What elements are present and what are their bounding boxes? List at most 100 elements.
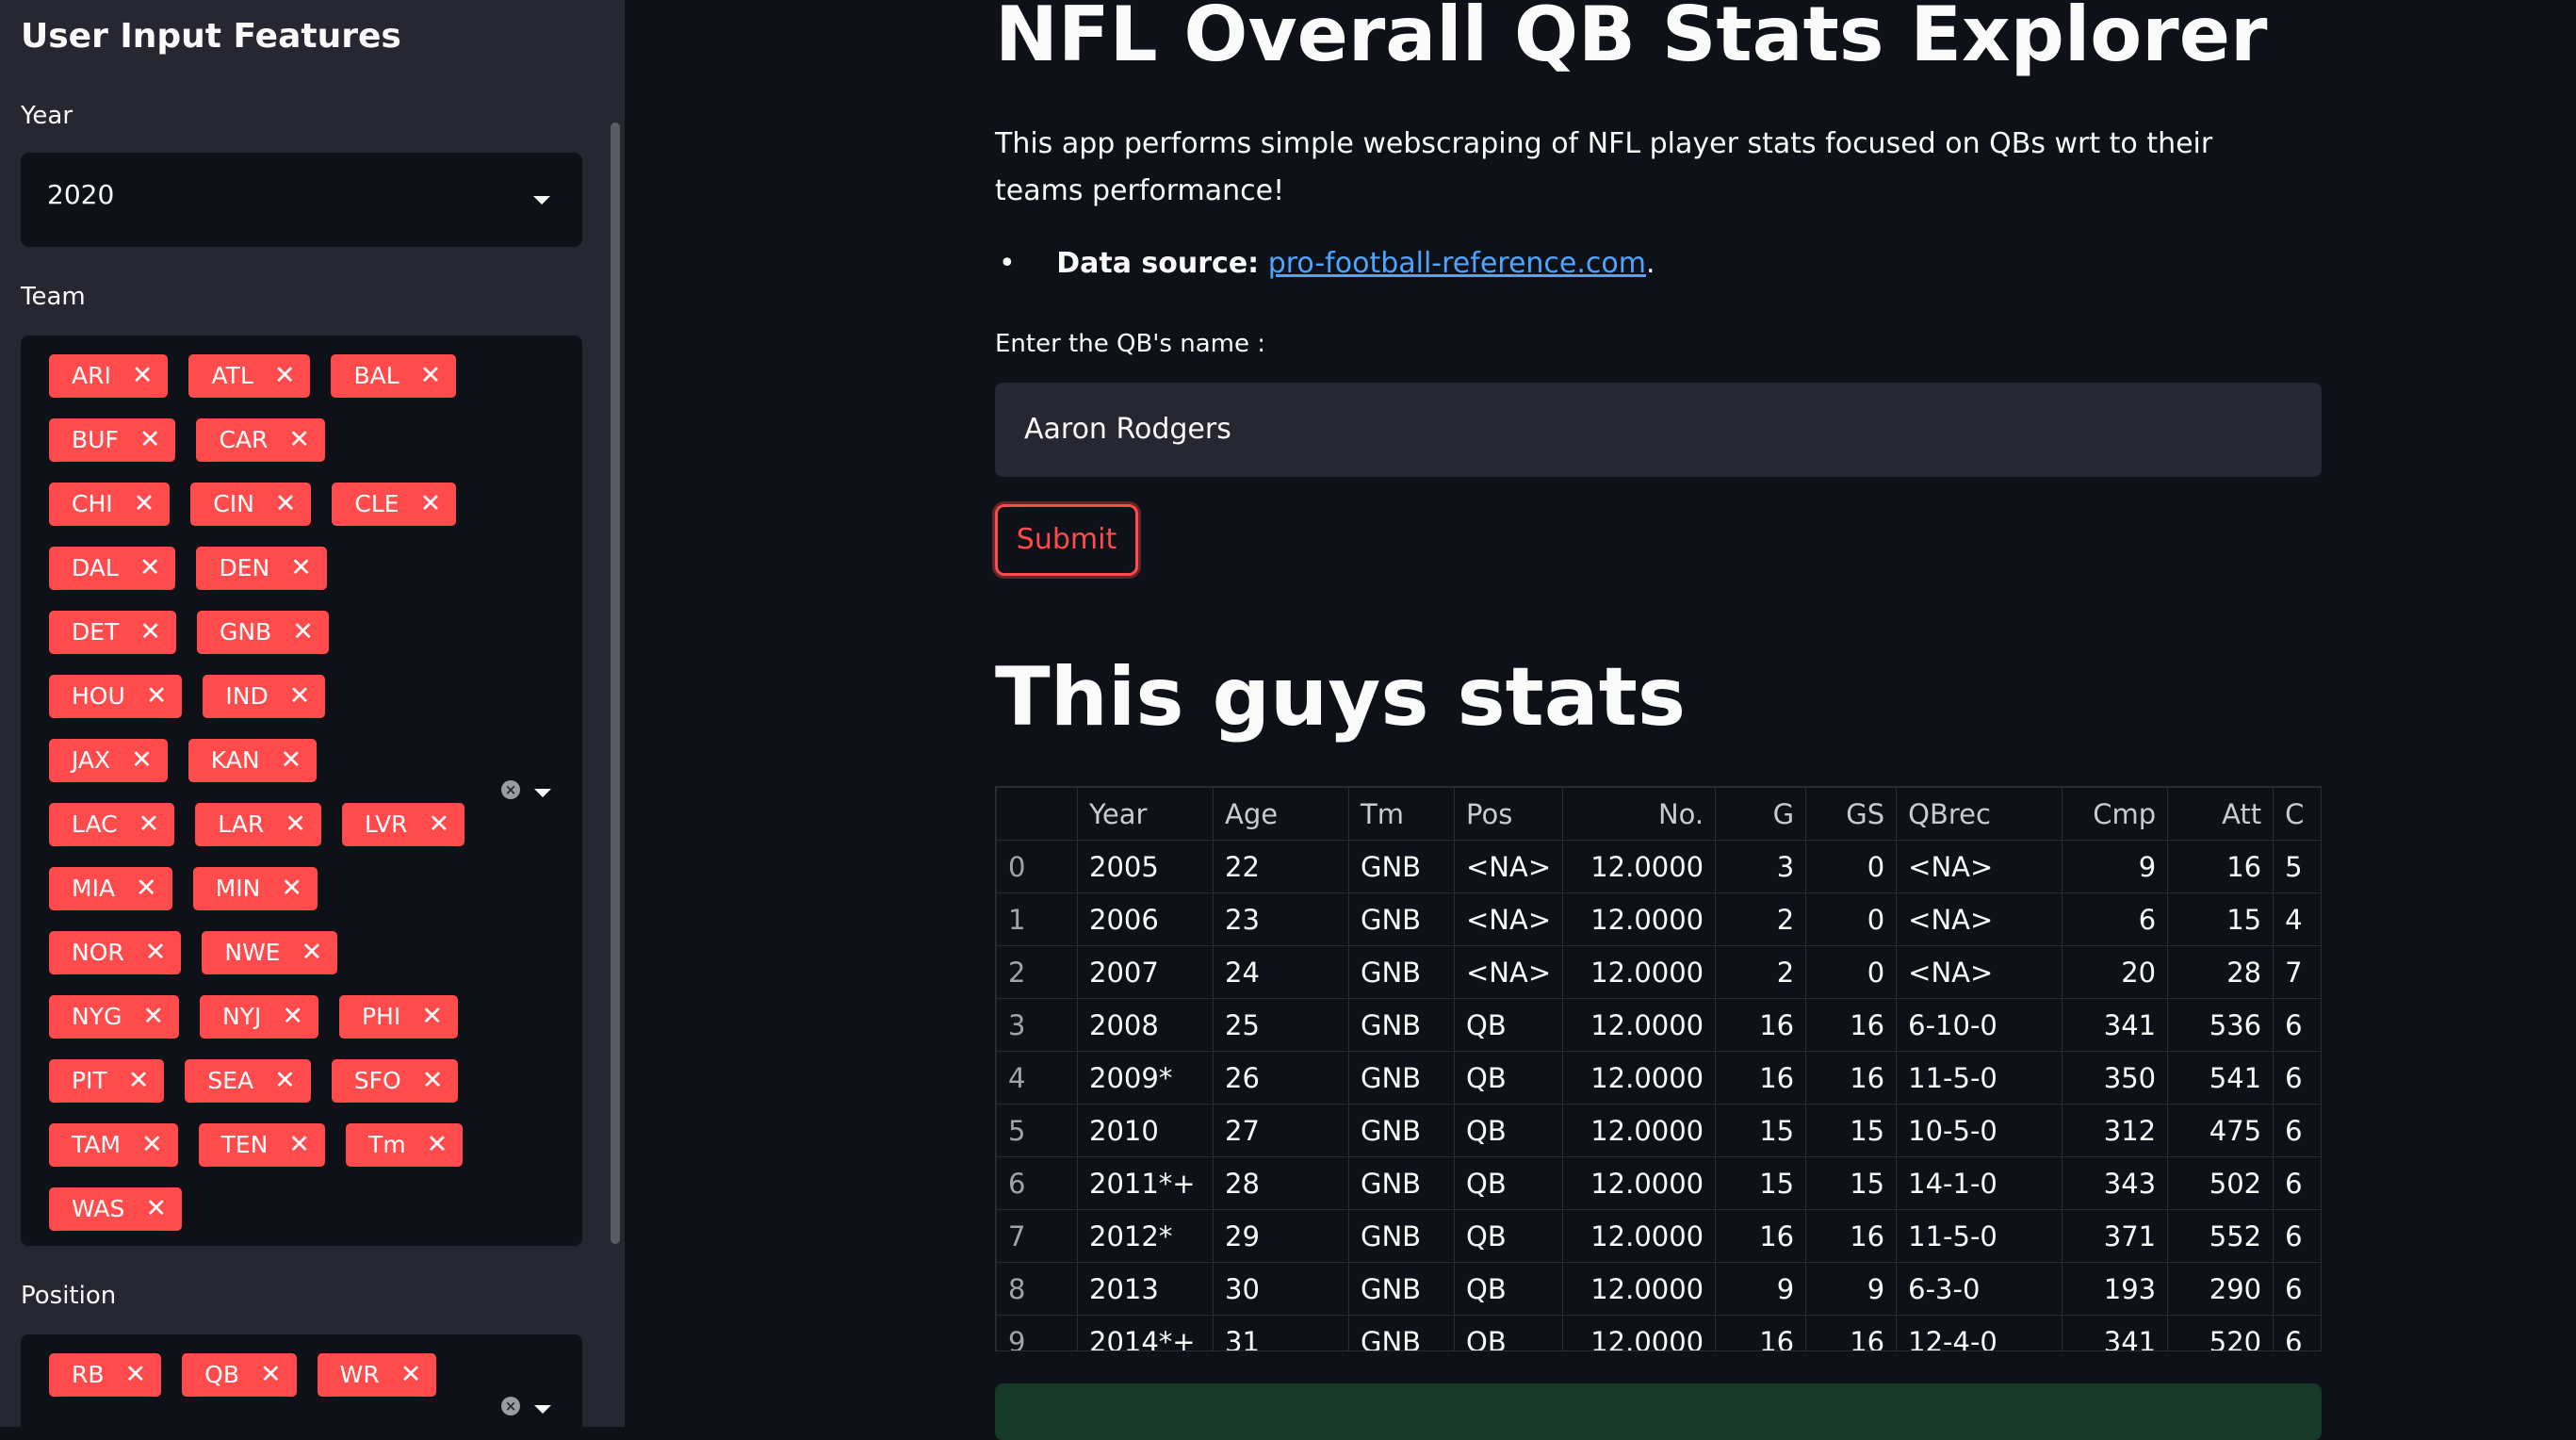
column-header[interactable]: G xyxy=(1715,787,1807,841)
remove-chip-icon[interactable]: ✕ xyxy=(139,553,161,582)
table-cell[interactable]: 20 xyxy=(2062,945,2169,999)
remove-chip-icon[interactable]: ✕ xyxy=(422,1066,444,1095)
table-cell[interactable]: QB xyxy=(1453,1051,1564,1105)
remove-chip-icon[interactable]: ✕ xyxy=(274,1066,296,1095)
row-index[interactable]: 0 xyxy=(996,840,1078,893)
table-cell[interactable]: 12.0000 xyxy=(1562,1262,1717,1316)
selected-chip[interactable]: RB ✕ xyxy=(49,1353,162,1397)
table-cell[interactable]: 2013 xyxy=(1077,1262,1214,1316)
row-index[interactable]: 2 xyxy=(996,945,1078,999)
table-cell[interactable]: 0 xyxy=(1805,892,1898,946)
table-row[interactable]: 3 2008 25 GNB QB 12.0000 16 16 6-10-0 341 536 6 xyxy=(996,998,2321,1052)
clear-all-icon[interactable]: × xyxy=(501,1397,520,1415)
selected-chip[interactable]: DAL ✕ xyxy=(49,547,176,590)
remove-chip-icon[interactable]: ✕ xyxy=(139,810,160,839)
remove-chip-icon[interactable]: ✕ xyxy=(420,489,442,518)
table-cell[interactable]: 6-3-0 xyxy=(1896,1262,2063,1316)
table-row[interactable]: 5 2010 27 GNB QB 12.0000 15 15 10-5-0 312 475 6 xyxy=(996,1104,2321,1157)
remove-chip-icon[interactable]: ✕ xyxy=(400,1360,422,1389)
table-cell[interactable]: 22 xyxy=(1213,840,1349,893)
table-cell[interactable]: 350 xyxy=(2062,1051,2169,1105)
column-header[interactable]: Att xyxy=(2167,787,2274,841)
table-cell[interactable]: 290 xyxy=(2167,1262,2274,1316)
table-row[interactable]: 8 2013 30 GNB QB 12.0000 9 9 6-3-0 193 290 6 xyxy=(996,1262,2321,1316)
table-cell[interactable]: 536 xyxy=(2167,998,2274,1052)
table-cell[interactable]: GNB xyxy=(1348,1156,1455,1210)
selected-chip[interactable]: MIA ✕ xyxy=(49,867,172,910)
table-cell[interactable]: 16 xyxy=(1715,1209,1807,1263)
table-cell[interactable]: 12.0000 xyxy=(1562,1156,1717,1210)
table-cell[interactable]: 26 xyxy=(1213,1051,1349,1105)
row-index[interactable]: 9 xyxy=(996,1315,1078,1350)
table-cell[interactable]: 16 xyxy=(2167,840,2274,893)
table-cell[interactable]: 552 xyxy=(2167,1209,2274,1263)
selected-chip[interactable]: ATL ✕ xyxy=(188,354,311,398)
chevron-down-icon[interactable] xyxy=(534,1405,551,1414)
selected-chip[interactable]: ARI ✕ xyxy=(49,354,169,398)
column-header[interactable]: Cmp xyxy=(2062,787,2169,841)
table-cell[interactable]: 23 xyxy=(1213,892,1349,946)
row-index[interactable]: 1 xyxy=(996,892,1078,946)
table-cell[interactable]: 9 xyxy=(1805,1262,1898,1316)
table-cell[interactable]: 29 xyxy=(1213,1209,1349,1263)
selected-chip[interactable]: GNB ✕ xyxy=(196,611,329,654)
remove-chip-icon[interactable]: ✕ xyxy=(146,681,168,711)
table-row[interactable]: 9 2014*+ 31 GNB QB 12.0000 16 16 12-4-0 341 520 6 xyxy=(996,1315,2321,1350)
year-select[interactable]: 2020 xyxy=(21,153,582,247)
column-header[interactable]: C xyxy=(2273,787,2321,841)
column-header[interactable]: Year xyxy=(1077,787,1214,841)
table-cell[interactable]: 16 xyxy=(1715,1051,1807,1105)
sidebar-scrollbar[interactable] xyxy=(611,123,620,1244)
remove-chip-icon[interactable]: ✕ xyxy=(128,1066,150,1095)
table-cell[interactable]: GNB xyxy=(1348,945,1455,999)
selected-chip[interactable]: CAR ✕ xyxy=(196,418,326,462)
selected-chip[interactable]: CIN ✕ xyxy=(190,483,312,526)
table-cell[interactable]: 475 xyxy=(2167,1104,2274,1157)
selected-chip[interactable]: DEN ✕ xyxy=(196,547,327,590)
selected-chip[interactable]: CHI ✕ xyxy=(49,483,171,526)
selected-chip[interactable]: QB ✕ xyxy=(182,1353,297,1397)
table-cell[interactable]: 193 xyxy=(2062,1262,2169,1316)
selected-chip[interactable]: BUF ✕ xyxy=(49,418,176,462)
column-header[interactable]: Tm xyxy=(1348,787,1455,841)
table-cell[interactable]: 16 xyxy=(1715,998,1807,1052)
remove-chip-icon[interactable]: ✕ xyxy=(132,361,154,390)
remove-chip-icon[interactable]: ✕ xyxy=(136,874,157,903)
selected-chip[interactable]: Tm ✕ xyxy=(346,1123,464,1167)
table-cell[interactable]: 12.0000 xyxy=(1562,1051,1717,1105)
selected-chip[interactable]: WR ✕ xyxy=(317,1353,437,1397)
table-cell[interactable]: 24 xyxy=(1213,945,1349,999)
table-cell[interactable]: <NA> xyxy=(1453,892,1564,946)
table-cell[interactable]: 7 xyxy=(2273,945,2321,999)
column-header[interactable]: GS xyxy=(1805,787,1898,841)
table-cell[interactable]: 2014*+ xyxy=(1077,1315,1214,1350)
table-cell[interactable]: 15 xyxy=(1805,1104,1898,1157)
table-row[interactable]: 4 2009* 26 GNB QB 12.0000 16 16 11-5-0 350 541 6 xyxy=(996,1051,2321,1105)
table-cell[interactable]: GNB xyxy=(1348,840,1455,893)
table-cell[interactable]: GNB xyxy=(1348,1315,1455,1350)
selected-chip[interactable]: LAR ✕ xyxy=(195,803,321,846)
stats-table[interactable]: Year Age Tm Pos No. G GS QBrec Cmp Att C 0 2005 22 GN… xyxy=(995,786,2322,1351)
remove-chip-icon[interactable]: ✕ xyxy=(260,1360,282,1389)
table-cell[interactable]: 12.0000 xyxy=(1562,1104,1717,1157)
table-cell[interactable]: 6 xyxy=(2273,998,2321,1052)
table-cell[interactable]: 371 xyxy=(2062,1209,2169,1263)
table-cell[interactable]: 502 xyxy=(2167,1156,2274,1210)
remove-chip-icon[interactable]: ✕ xyxy=(290,553,312,582)
remove-chip-icon[interactable]: ✕ xyxy=(429,810,450,839)
table-cell[interactable]: GNB xyxy=(1348,1104,1455,1157)
table-cell[interactable]: 341 xyxy=(2062,998,2169,1052)
table-cell[interactable]: 12.0000 xyxy=(1562,840,1717,893)
column-header[interactable]: Pos xyxy=(1453,787,1564,841)
row-index[interactable]: 6 xyxy=(996,1156,1078,1210)
selected-chip[interactable]: HOU ✕ xyxy=(49,675,183,718)
table-cell[interactable]: 28 xyxy=(1213,1156,1349,1210)
table-cell[interactable]: 25 xyxy=(1213,998,1349,1052)
remove-chip-icon[interactable]: ✕ xyxy=(139,617,161,646)
remove-chip-icon[interactable]: ✕ xyxy=(282,1002,303,1031)
remove-chip-icon[interactable]: ✕ xyxy=(420,361,442,390)
selected-chip[interactable]: PIT ✕ xyxy=(49,1059,165,1103)
table-cell[interactable]: 4 xyxy=(2273,892,2321,946)
table-cell[interactable]: 343 xyxy=(2062,1156,2169,1210)
table-cell[interactable]: 2 xyxy=(1715,892,1807,946)
